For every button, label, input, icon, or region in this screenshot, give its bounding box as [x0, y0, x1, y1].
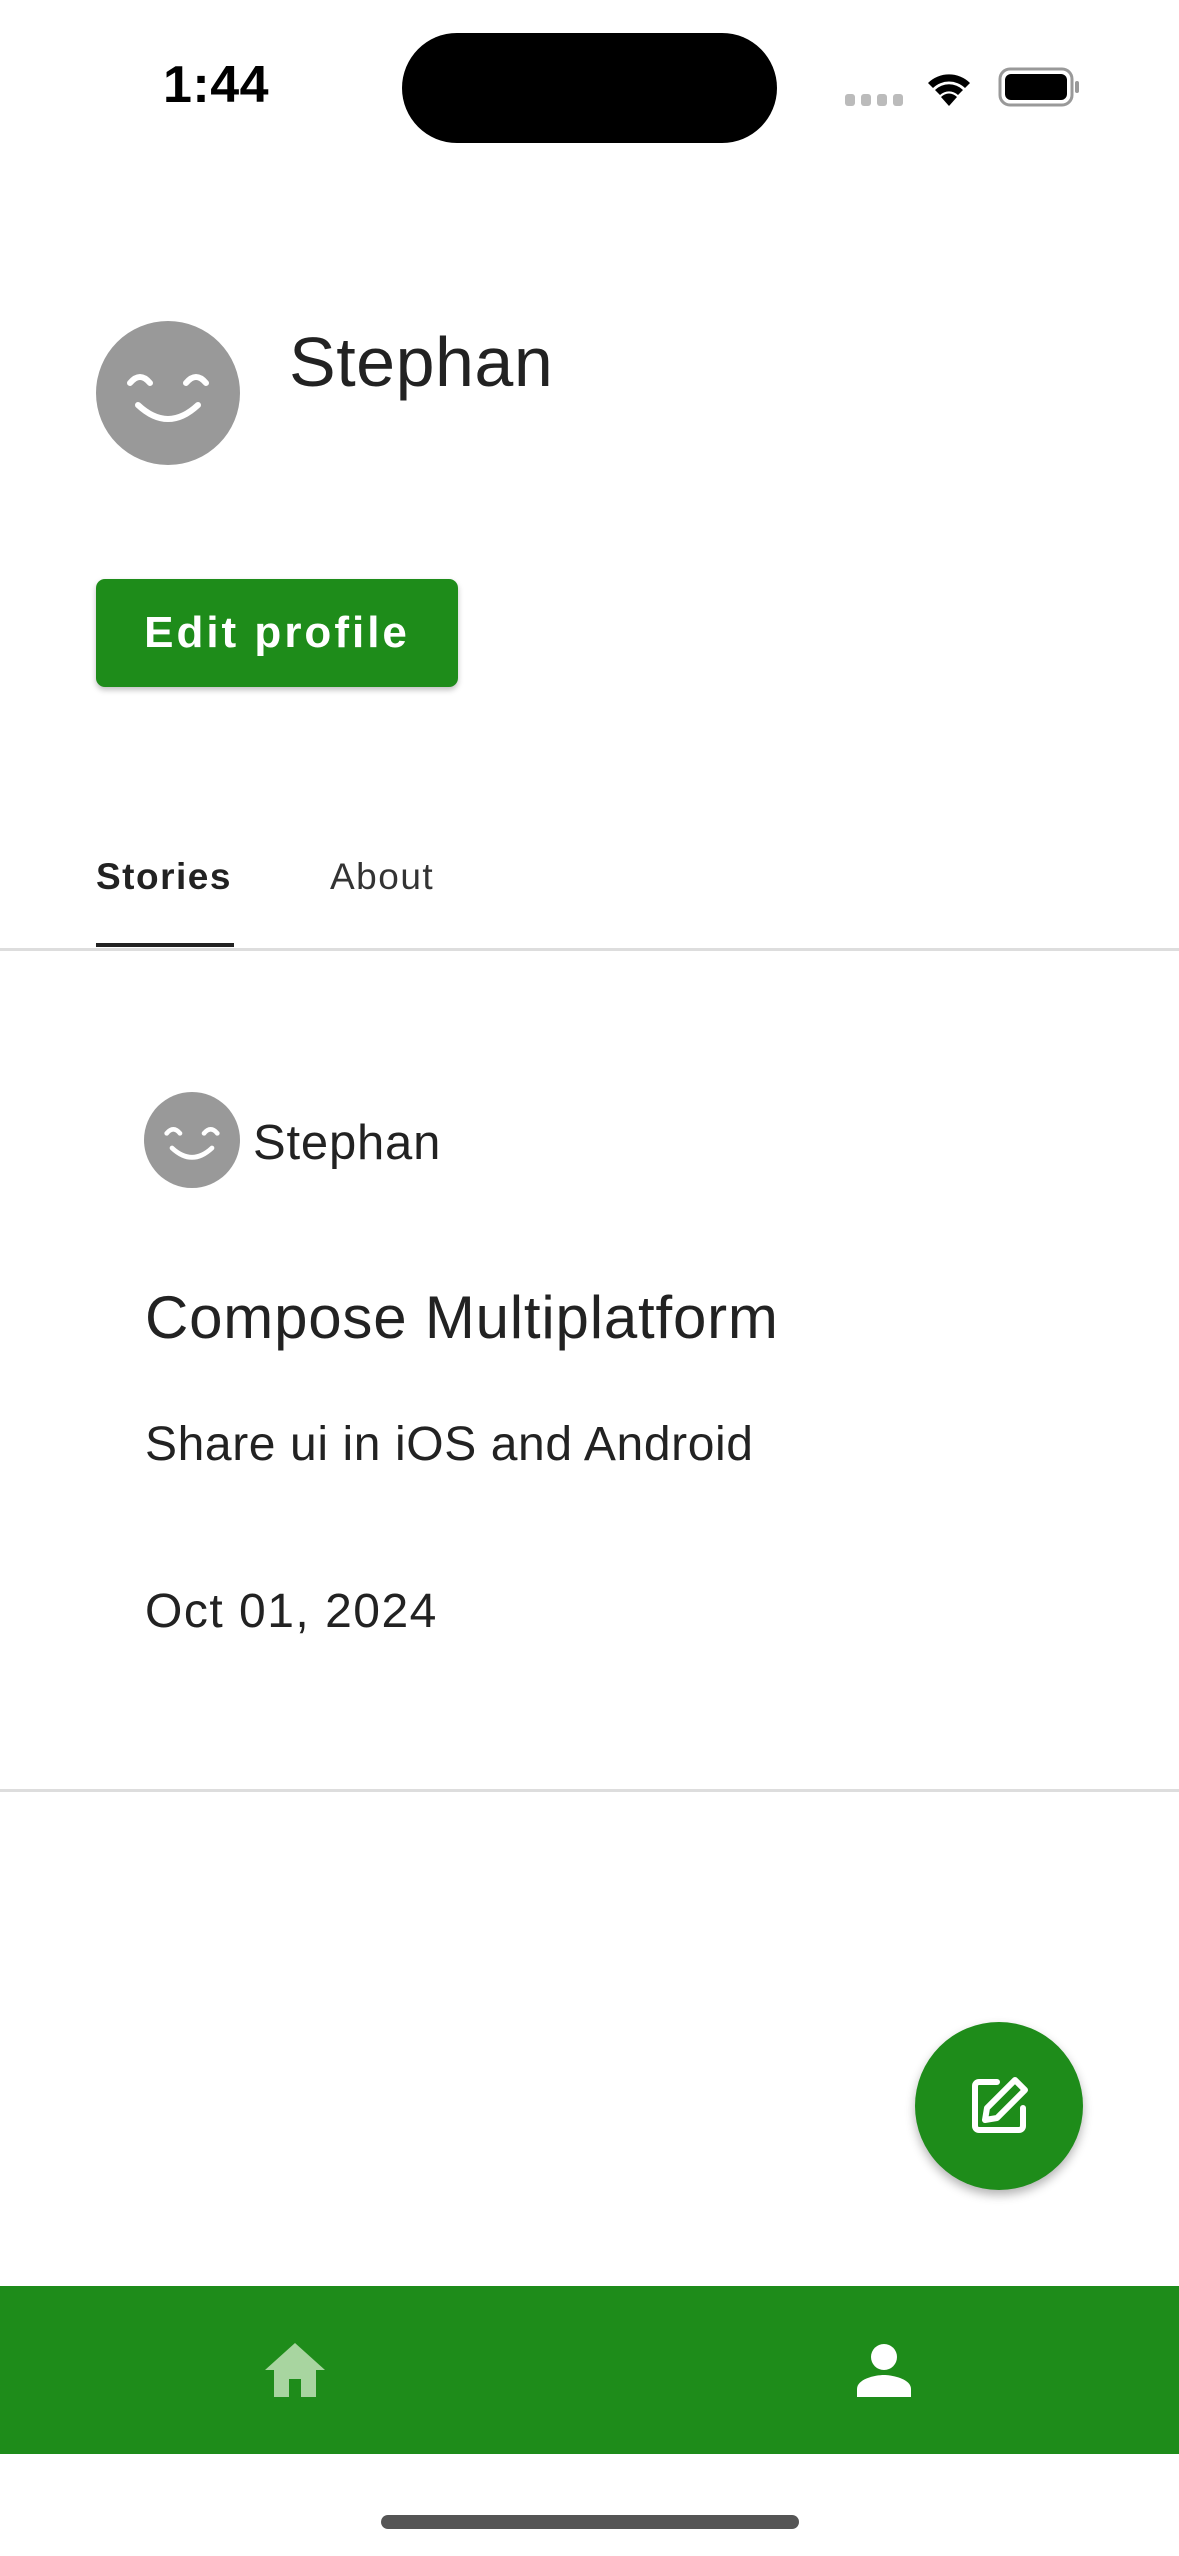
home-icon	[264, 2343, 325, 2397]
story-card[interactable]: Stephan Compose Multiplatform Share ui i…	[0, 951, 1179, 1792]
profile-avatar	[96, 321, 240, 465]
home-indicator[interactable]	[381, 2515, 799, 2529]
edit-icon	[972, 2077, 1028, 2133]
new-story-button[interactable]	[915, 2022, 1083, 2190]
profile-tabs: Stories About	[0, 820, 1179, 951]
story-subtitle: Share ui in iOS and Android	[145, 1418, 754, 1471]
person-icon	[856, 2344, 911, 2397]
tab-stories[interactable]: Stories	[96, 820, 234, 948]
status-time: 1:44	[163, 56, 270, 114]
story-title: Compose Multiplatform	[145, 1284, 779, 1351]
profile-name: Stephan	[289, 323, 554, 401]
story-author-avatar	[144, 1092, 240, 1188]
battery-icon	[998, 67, 1079, 107]
story-author-name: Stephan	[253, 1116, 442, 1170]
story-date: Oct 01, 2024	[145, 1585, 438, 1638]
tab-selected-indicator	[96, 943, 234, 947]
edit-profile-button[interactable]: Edit profile	[96, 579, 458, 687]
nav-item-home[interactable]	[0, 2286, 589, 2454]
nav-item-profile[interactable]	[589, 2286, 1178, 2454]
dynamic-island	[402, 33, 777, 143]
cellular-signal-icon	[845, 94, 903, 106]
wifi-icon	[928, 74, 970, 106]
tab-about[interactable]: About	[330, 820, 440, 948]
bottom-navigation	[0, 2286, 1179, 2454]
